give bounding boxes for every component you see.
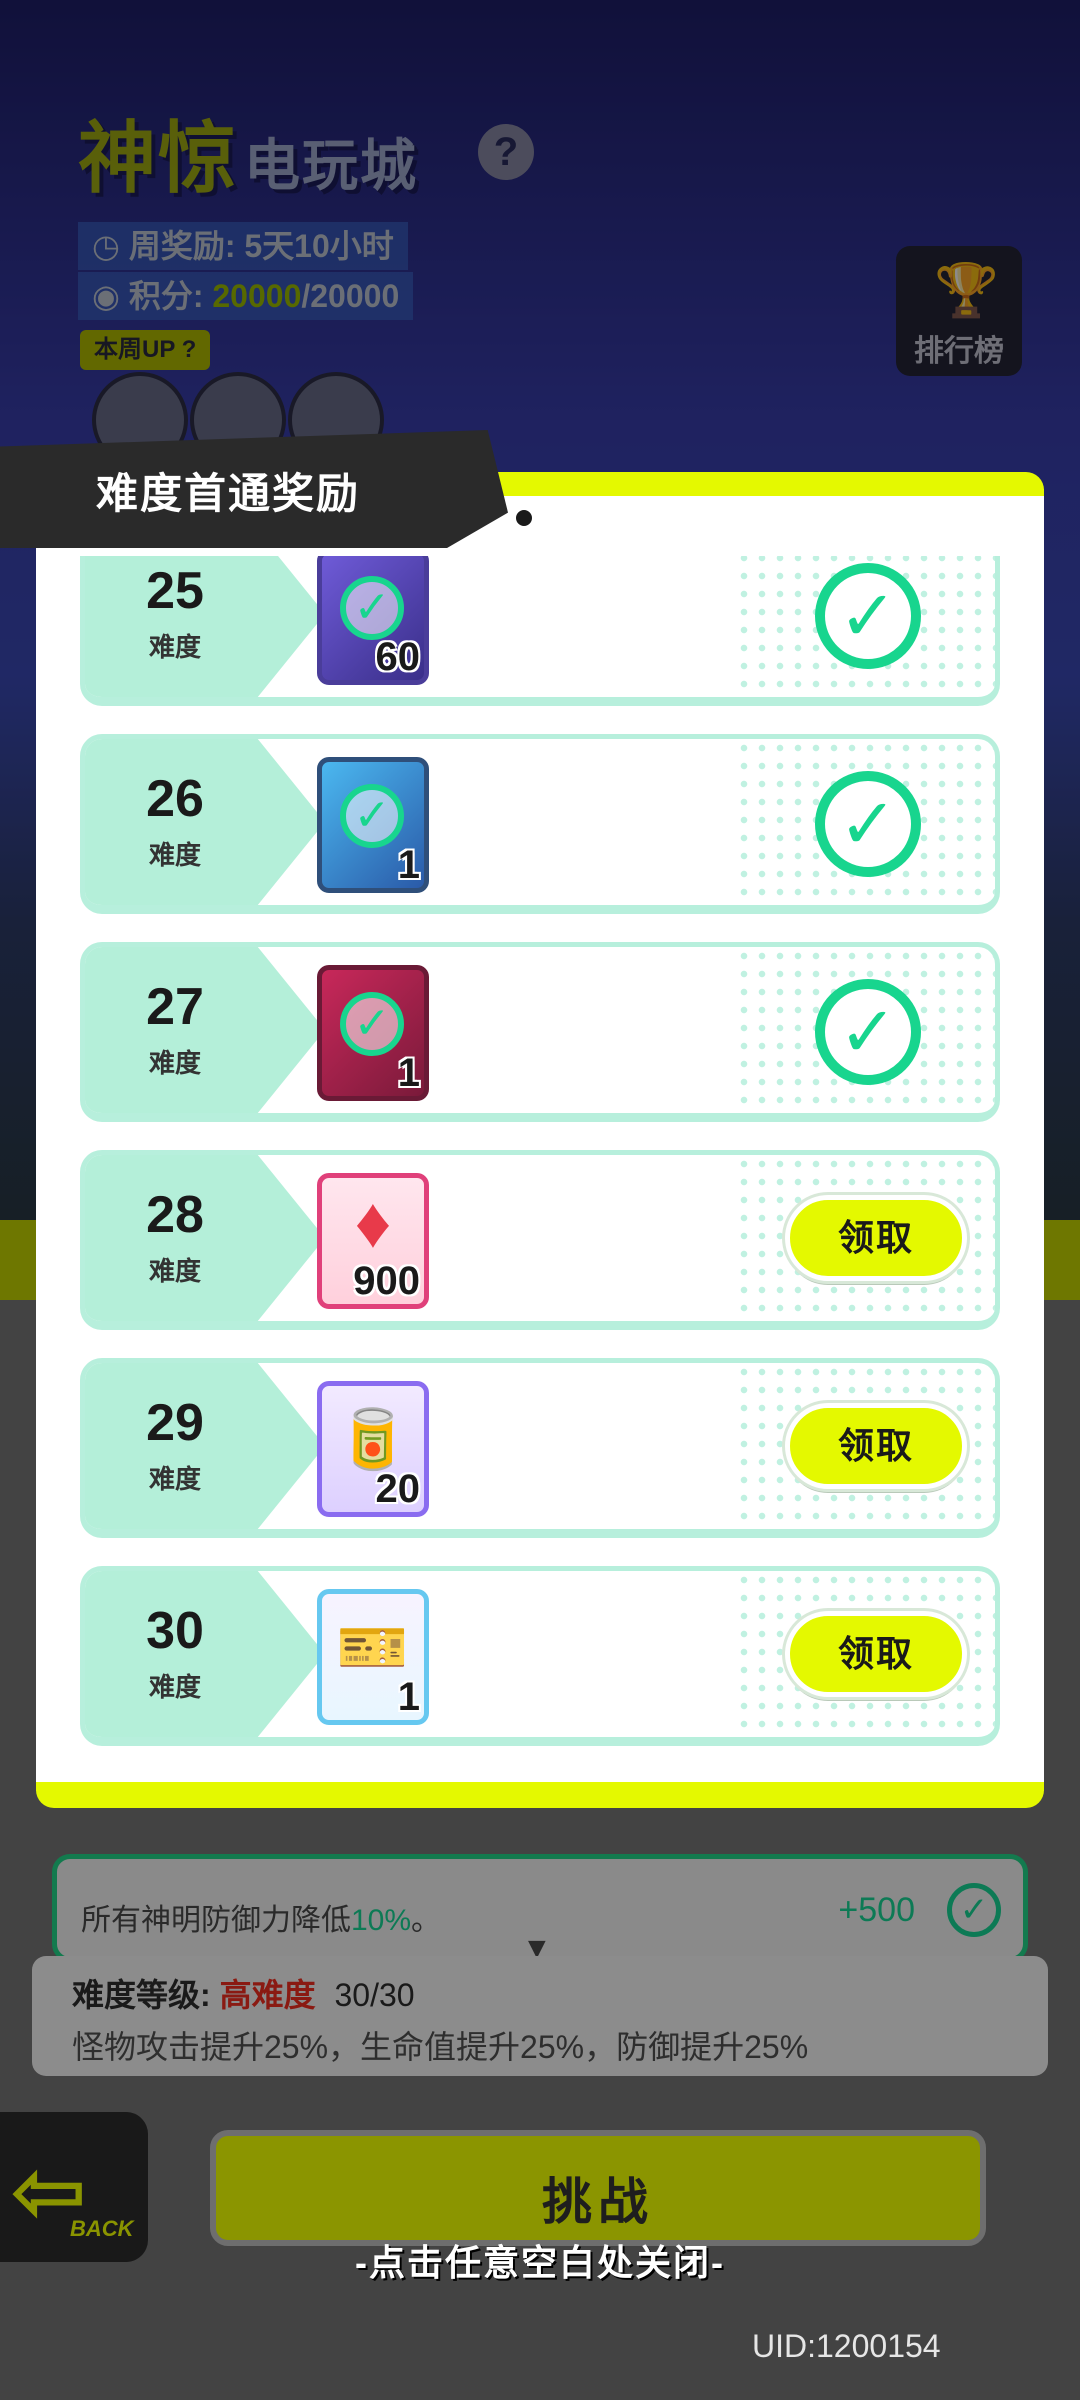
reward-list[interactable]: 25 难度 ✓ 60 ✓ 26 难度 ✓ 1 ✓ 27 难度 ✓ 1 ✓ 28 难度 ♦ 900 领取 29 难度 🥫 20 领… bbox=[80, 556, 1000, 1752]
buff-score: +500 bbox=[838, 1891, 915, 1929]
level-number: 30 bbox=[146, 1602, 204, 1660]
blue-token-icon[interactable]: ✓ 1 bbox=[317, 757, 429, 893]
level-number: 27 bbox=[146, 978, 204, 1036]
level-label: 难度 bbox=[148, 1048, 201, 1078]
red-card-icon[interactable]: ✓ 1 bbox=[317, 965, 429, 1101]
level-label: 难度 bbox=[148, 840, 201, 870]
claim-button[interactable]: 领取 bbox=[785, 1195, 967, 1281]
rainbow-ticket-glyph: 🎫 bbox=[336, 1615, 410, 1680]
reward-card: 29 难度 🥫 20 领取 bbox=[80, 1358, 1000, 1538]
item-quantity: 60 bbox=[375, 635, 421, 679]
rainbow-ticket-icon[interactable]: 🎫 1 bbox=[317, 1589, 429, 1725]
level-label: 难度 bbox=[148, 1464, 201, 1494]
item-quantity: 1 bbox=[397, 1675, 420, 1719]
red-crystal-glyph: ♦ bbox=[354, 1183, 392, 1263]
claimed-overlay-check-icon: ✓ bbox=[340, 784, 404, 848]
level-number: 25 bbox=[146, 562, 204, 620]
level-number: 29 bbox=[146, 1394, 204, 1452]
claimed-check-icon: ✓ bbox=[815, 563, 921, 669]
level-label: 难度 bbox=[148, 1672, 201, 1702]
cool-can-icon[interactable]: 🥫 20 bbox=[317, 1381, 429, 1517]
difficulty-panel: 难度等级: 高难度 30/30 怪物攻击提升25%，生命值提升25%，防御提升2… bbox=[32, 1956, 1048, 2076]
buff-description: 所有神明防御力降低10%。 bbox=[81, 1904, 442, 1937]
decor-dot bbox=[512, 506, 536, 530]
level-label: 难度 bbox=[148, 1256, 201, 1286]
level-number: 26 bbox=[146, 770, 204, 828]
reward-card: 30 难度 🎫 1 领取 bbox=[80, 1566, 1000, 1746]
red-crystal-icon[interactable]: ♦ 900 bbox=[317, 1173, 429, 1309]
claimed-check-icon: ✓ bbox=[815, 979, 921, 1085]
difficulty-level: 难度等级: 高难度 30/30 bbox=[72, 1977, 415, 2013]
reward-card: 27 难度 ✓ 1 ✓ bbox=[80, 942, 1000, 1122]
difficulty-description: 怪物攻击提升25%，生命值提升25%，防御提升25% bbox=[72, 2029, 809, 2065]
reward-card: 25 难度 ✓ 60 ✓ bbox=[80, 556, 1000, 706]
claimed-overlay-check-icon: ✓ bbox=[340, 576, 404, 640]
item-quantity: 1 bbox=[397, 1051, 420, 1095]
card-pack-icon[interactable]: ✓ 60 bbox=[317, 556, 429, 685]
challenge-button[interactable]: 挑战 bbox=[210, 2130, 986, 2246]
user-id: UID:1200154 bbox=[752, 2328, 941, 2364]
reward-card: 28 难度 ♦ 900 领取 bbox=[80, 1150, 1000, 1330]
item-quantity: 20 bbox=[375, 1467, 421, 1511]
close-hint[interactable]: -点击任意空白处关闭- bbox=[0, 2234, 1080, 2286]
level-number: 28 bbox=[146, 1186, 204, 1244]
cool-can-glyph: 🥫 bbox=[336, 1407, 410, 1472]
reward-card: 26 难度 ✓ 1 ✓ bbox=[80, 734, 1000, 914]
modal-title: 难度首通奖励 bbox=[96, 470, 361, 517]
check-icon: ✓ bbox=[947, 1883, 1001, 1937]
claimed-overlay-check-icon: ✓ bbox=[340, 992, 404, 1056]
level-label: 难度 bbox=[148, 632, 201, 662]
claim-button[interactable]: 领取 bbox=[785, 1611, 967, 1697]
claim-button[interactable]: 领取 bbox=[785, 1403, 967, 1489]
item-quantity: 900 bbox=[353, 1259, 420, 1303]
claimed-check-icon: ✓ bbox=[815, 771, 921, 877]
item-quantity: 1 bbox=[397, 843, 420, 887]
